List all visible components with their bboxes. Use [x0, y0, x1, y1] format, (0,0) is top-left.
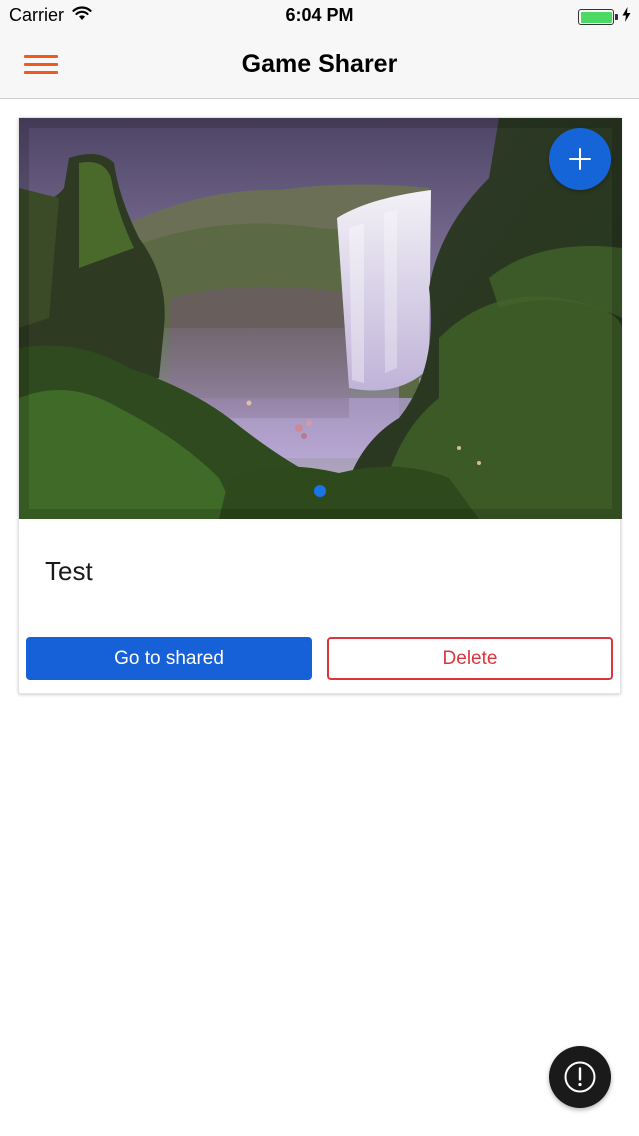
charging-bolt-icon: [622, 7, 631, 27]
status-bar-right: [578, 7, 631, 27]
status-time: 6:04 PM: [285, 5, 354, 25]
status-bar: Carrier 6:04 PM: [0, 0, 639, 32]
waterfall-photo: [19, 118, 622, 519]
navigation-bar: Game Sharer: [0, 32, 639, 99]
battery-icon: [578, 9, 614, 25]
card-image[interactable]: [19, 118, 622, 519]
game-card: Test Go to shared Delete: [18, 117, 622, 694]
card-title: Test: [45, 556, 93, 586]
carousel-page-dot[interactable]: [314, 485, 326, 497]
page-title: Game Sharer: [241, 50, 398, 78]
go-to-shared-button[interactable]: Go to shared: [26, 637, 312, 680]
delete-button[interactable]: Delete: [327, 637, 613, 680]
plus-icon[interactable]: [549, 128, 611, 190]
exclamation-circle-icon[interactable]: [549, 1046, 611, 1108]
